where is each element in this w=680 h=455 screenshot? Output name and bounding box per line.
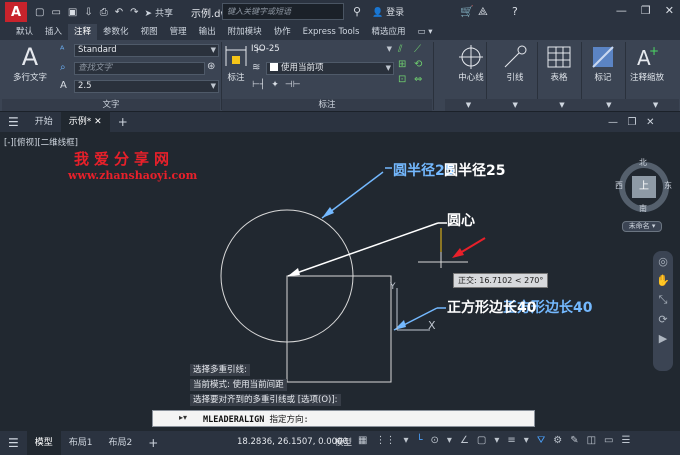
square-annotation[interactable]: 正方形边长40 — [447, 297, 536, 317]
lineweight-icon[interactable]: ▾ — [494, 435, 499, 446]
menu-icon[interactable]: ☰ — [0, 431, 27, 455]
navigation-bar: ◎ ✋ ⤡ ⟳ ▶ — [653, 251, 673, 371]
compass-north[interactable]: 北 — [639, 157, 647, 168]
radius-annotation[interactable]: 圆半径25 — [444, 160, 505, 180]
center-leader-line — [287, 222, 439, 277]
coordinate-readout[interactable]: 18.2836, 26.1507, 0.0000 — [237, 437, 348, 447]
command-history-line: 当前模式: 使用当前间距 — [190, 379, 287, 391]
command-prompt: 指定方向: — [269, 414, 309, 425]
center-annotation[interactable]: 圆心 — [447, 210, 475, 230]
infer-icon[interactable]: ▾ — [403, 435, 408, 446]
transparency-icon[interactable]: ≡ — [507, 435, 515, 446]
pointer-arrow-head — [452, 248, 464, 258]
square-leader-arrow — [394, 320, 406, 330]
compass-south[interactable]: 南 — [639, 203, 647, 214]
square-shape[interactable] — [286, 275, 392, 383]
command-history-line: 选择要对齐到的多重引线或 [选项(O)]: — [190, 394, 341, 406]
model-space-button[interactable]: 模型 — [335, 436, 352, 448]
pan-icon[interactable]: ✋ — [656, 274, 670, 287]
layout-tab-0[interactable]: 模型 — [26, 431, 61, 455]
layout-tab-2[interactable]: 布局2 — [101, 431, 141, 455]
compass-east[interactable]: 东 — [664, 180, 672, 191]
isodraft-icon[interactable]: ▾ — [447, 435, 452, 446]
ucs-label: 未命名 — [628, 222, 650, 230]
command-dropdown-icon[interactable]: ▸▾ — [179, 413, 187, 422]
customize-icon[interactable]: ☰ — [621, 435, 630, 446]
polar-icon[interactable]: ⊙ — [431, 435, 439, 446]
workspace-icon[interactable]: ⚙ — [553, 435, 562, 446]
ucs-x-label: X — [428, 319, 436, 332]
snap-tooltip: 正交: 16.7102 < 270° — [453, 273, 549, 288]
snap-icon[interactable]: ⋮⋮ — [375, 435, 395, 446]
selection-cycling-icon[interactable]: ▾ — [524, 435, 529, 446]
center-leader-arrow — [288, 268, 300, 276]
add-layout-icon[interactable]: + — [140, 431, 166, 455]
ortho-icon[interactable]: └ — [416, 435, 422, 446]
command-text: MLEADERALIGN 指定方向: — [203, 413, 309, 425]
zoom-extents-icon[interactable]: ⤡ — [659, 293, 668, 307]
osnap-icon[interactable]: ▢ — [477, 435, 486, 446]
annotation-visibility-icon[interactable]: ⛛ — [537, 435, 545, 446]
command-history-line: 选择多重引线: — [190, 364, 250, 376]
command-name: MLEADERALIGN — [203, 414, 265, 425]
command-line-input[interactable]: ▸▾ MLEADERALIGN 指定方向: — [152, 410, 535, 427]
watermark-url: www.zhanshaoyi.com — [68, 169, 198, 182]
object-track-icon[interactable]: ∠ — [460, 435, 469, 446]
layout-tab-1[interactable]: 布局1 — [61, 431, 101, 455]
ucs-menu-button[interactable]: 未命名 ▾ — [622, 221, 662, 232]
grid-icon[interactable]: ▦ — [358, 435, 367, 446]
view-label[interactable]: [-][俯视][二维线框] — [4, 136, 78, 148]
status-toggles: ▦ ⋮⋮ ▾ └ ⊙ ▾ ∠ ▢ ▾ ≡ ▾ ⛛ ⚙ ✎ ◫ ▭ ☰ — [358, 435, 630, 446]
hardware-accel-icon[interactable]: ◫ — [587, 435, 596, 446]
ucs-y-label: Y — [390, 282, 396, 292]
viewcube-face[interactable]: 上 — [632, 176, 656, 198]
compass-west[interactable]: 西 — [615, 180, 623, 191]
drawing-geometry — [220, 167, 486, 383]
radius-leader-arrow — [322, 207, 334, 218]
steering-wheel-icon[interactable]: ◎ — [658, 255, 668, 268]
orbit-icon[interactable]: ⟳ — [658, 313, 667, 326]
watermark-title: 我爱分享网 — [74, 150, 175, 168]
showmotion-icon[interactable]: ▶ — [659, 332, 667, 345]
clean-screen-icon[interactable]: ▭ — [604, 435, 613, 446]
isolate-icon[interactable]: ✎ — [570, 435, 578, 446]
